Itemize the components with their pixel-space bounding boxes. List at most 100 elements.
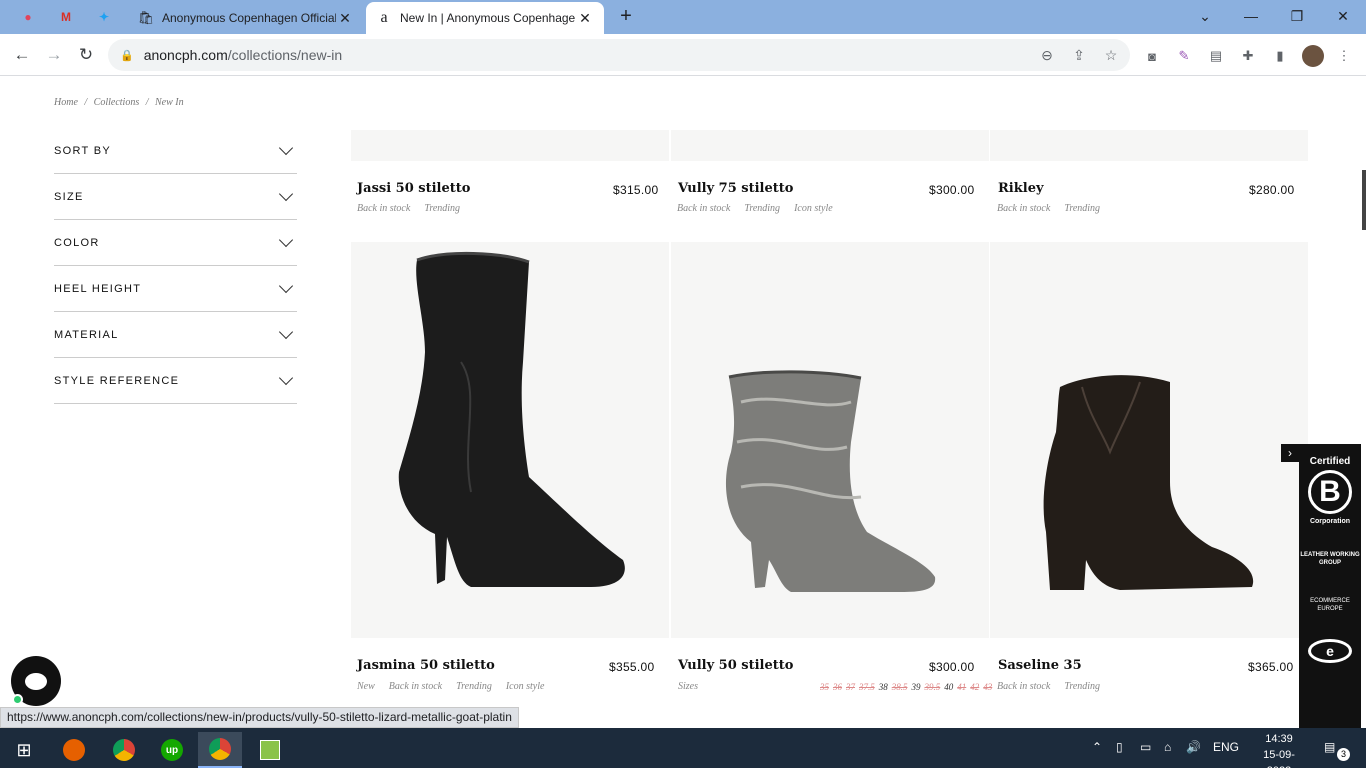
zoom-icon[interactable]: ⊖ — [1038, 47, 1056, 63]
tab-search-icon[interactable]: ⌄ — [1182, 0, 1228, 32]
back-icon[interactable]: ← — [8, 42, 36, 68]
pinned-tab-pinned[interactable]: ✦ — [86, 5, 122, 29]
side-panel-icon[interactable]: ▮ — [1270, 46, 1290, 66]
ecommerce-europe-logo: ECOMMERCE EUROPE — [1310, 598, 1350, 612]
network-icon[interactable]: ⌂ — [1164, 740, 1171, 754]
notification-count: 3 — [1337, 748, 1350, 761]
filter-size[interactable]: SIZE — [54, 174, 297, 220]
breadcrumb-current: New In — [155, 97, 184, 108]
forward-icon[interactable]: → — [40, 42, 68, 68]
filter-heel-height[interactable]: HEEL HEIGHT — [54, 266, 297, 312]
reload-icon[interactable]: ↻ — [72, 42, 100, 68]
profile-avatar[interactable] — [1302, 45, 1324, 67]
close-window-icon[interactable]: ✕ — [1320, 0, 1366, 32]
windows-start-icon[interactable]: ⊞ — [2, 732, 46, 768]
anonymous-logo-icon: a — [380, 9, 388, 26]
tray-device-icon[interactable]: ▯ — [1116, 740, 1123, 754]
product-card-jassi[interactable] — [351, 130, 669, 161]
tab-strip: ● M ✦ 🛍 Anonymous Copenhagen Official ✕ … — [0, 0, 1366, 34]
size-option[interactable]: 39 — [912, 682, 921, 692]
dash-extension-icon[interactable]: ▤ — [1206, 46, 1226, 66]
shopify-icon: 🛍 — [137, 10, 155, 25]
lock-icon: 🔒 — [120, 49, 134, 62]
product-image[interactable] — [351, 242, 669, 638]
product-image[interactable] — [990, 242, 1308, 638]
tag: Icon style — [505, 681, 545, 692]
product-name[interactable]: Saseline 35 — [998, 658, 1082, 673]
filter-material[interactable]: MATERIAL — [54, 312, 297, 358]
chevron-down-icon — [278, 186, 294, 202]
gmail-icon: M — [61, 10, 71, 24]
tray-monitor-icon[interactable]: ▭ — [1140, 740, 1151, 754]
bird-icon: ✦ — [98, 10, 110, 24]
tag: Sizes — [678, 681, 698, 692]
product-image[interactable] — [990, 130, 1308, 161]
language-indicator[interactable]: ENG — [1213, 740, 1239, 754]
size-option[interactable]: 38 — [879, 682, 888, 692]
address-bar[interactable]: 🔒 anoncph.com/collections/new-in ⊖ ⇪ ☆ — [108, 39, 1130, 71]
pinned-tab-monday[interactable]: ● — [10, 5, 46, 29]
pen-extension-icon[interactable]: ✎ — [1174, 46, 1194, 66]
tray-chevron-up-icon[interactable]: ⌃ — [1092, 740, 1102, 754]
tab-anonymous-official[interactable]: 🛍 Anonymous Copenhagen Official ✕ — [128, 2, 364, 34]
product-card-rikley[interactable] — [990, 130, 1308, 161]
size-option[interactable]: 40 — [944, 682, 953, 692]
badges-toggle-chevron-icon[interactable]: › — [1281, 444, 1299, 462]
page-scrollbar[interactable] — [1362, 170, 1366, 230]
upwork-icon[interactable]: up — [150, 732, 194, 768]
tab-new-in[interactable]: a New In | Anonymous Copenhagen ✕ — [366, 2, 604, 34]
product-price: $300.00 — [929, 183, 975, 197]
new-tab-button[interactable]: + — [614, 5, 638, 29]
product-price: $300.00 — [929, 660, 975, 674]
menu-kebab-icon[interactable]: ⋮ — [1334, 46, 1354, 66]
bookmark-star-icon[interactable]: ☆ — [1102, 47, 1120, 63]
camera-extension-icon[interactable]: ◙ — [1142, 46, 1162, 66]
chrome-icon[interactable] — [102, 732, 146, 768]
chevron-down-icon — [278, 232, 294, 248]
size-availability-list: 35 36 37 37.5 38 38.5 39 39.5 40 41 42 43 — [816, 682, 992, 692]
filter-label: HEEL HEIGHT — [54, 282, 142, 295]
product-image[interactable] — [351, 130, 669, 161]
product-name[interactable]: Jasmina 50 stiletto — [357, 658, 495, 673]
chrome-active-icon[interactable] — [198, 732, 242, 768]
notification-center-icon[interactable]: ▤ — [1324, 740, 1335, 754]
metallic-ankle-boot-image — [725, 370, 936, 592]
product-name[interactable]: Vully 50 stiletto — [678, 658, 793, 673]
filter-sort-by[interactable]: SORT BY — [54, 128, 297, 174]
breadcrumb-home[interactable]: Home — [54, 97, 78, 108]
product-card-vully-50[interactable] — [671, 242, 989, 638]
size-option: 37 — [846, 682, 855, 692]
filter-style-reference[interactable]: STYLE REFERENCE — [54, 358, 297, 404]
firefox-icon[interactable] — [52, 732, 96, 768]
filter-color[interactable]: COLOR — [54, 220, 297, 266]
extensions-puzzle-icon[interactable]: ✚ — [1238, 46, 1258, 66]
taskbar-clock[interactable]: 14:39 15-09-2023 — [1256, 731, 1302, 779]
breadcrumb-collections[interactable]: Collections — [94, 97, 140, 108]
close-tab-icon[interactable]: ✕ — [576, 10, 594, 27]
product-name[interactable]: Vully 75 stiletto — [678, 181, 793, 196]
close-tab-icon[interactable]: ✕ — [336, 10, 354, 27]
volume-icon[interactable]: 🔊 — [1186, 740, 1201, 754]
tag: Trending — [1064, 203, 1101, 214]
browser-toolbar: ← → ↻ 🔒 anoncph.com/collections/new-in ⊖… — [0, 34, 1366, 76]
size-option: 38.5 — [891, 682, 908, 692]
notepad-icon[interactable] — [248, 732, 292, 768]
filter-sidebar: SORT BY SIZE COLOR HEEL HEIGHT MATERIAL … — [54, 128, 297, 404]
restore-icon[interactable]: ❐ — [1274, 0, 1320, 32]
certified-label: Certified — [1309, 456, 1351, 467]
pinned-tab-gmail[interactable]: M — [48, 5, 84, 29]
product-card-vully-75[interactable] — [671, 130, 989, 161]
share-icon[interactable]: ⇪ — [1070, 47, 1088, 63]
tag: Trending — [424, 203, 461, 214]
product-name[interactable]: Jassi 50 stiletto — [357, 181, 470, 196]
monday-icon: ● — [24, 10, 32, 24]
product-image[interactable] — [671, 242, 989, 638]
product-card-saseline[interactable] — [990, 242, 1308, 638]
corporation-label: Corporation — [1309, 518, 1351, 525]
breadcrumb-separator: / — [145, 97, 149, 108]
filter-label: SORT BY — [54, 144, 111, 157]
product-card-jasmina[interactable] — [351, 242, 669, 638]
product-name[interactable]: Rikley — [998, 181, 1044, 196]
product-image[interactable] — [671, 130, 989, 161]
minimize-icon[interactable]: — — [1228, 0, 1274, 32]
